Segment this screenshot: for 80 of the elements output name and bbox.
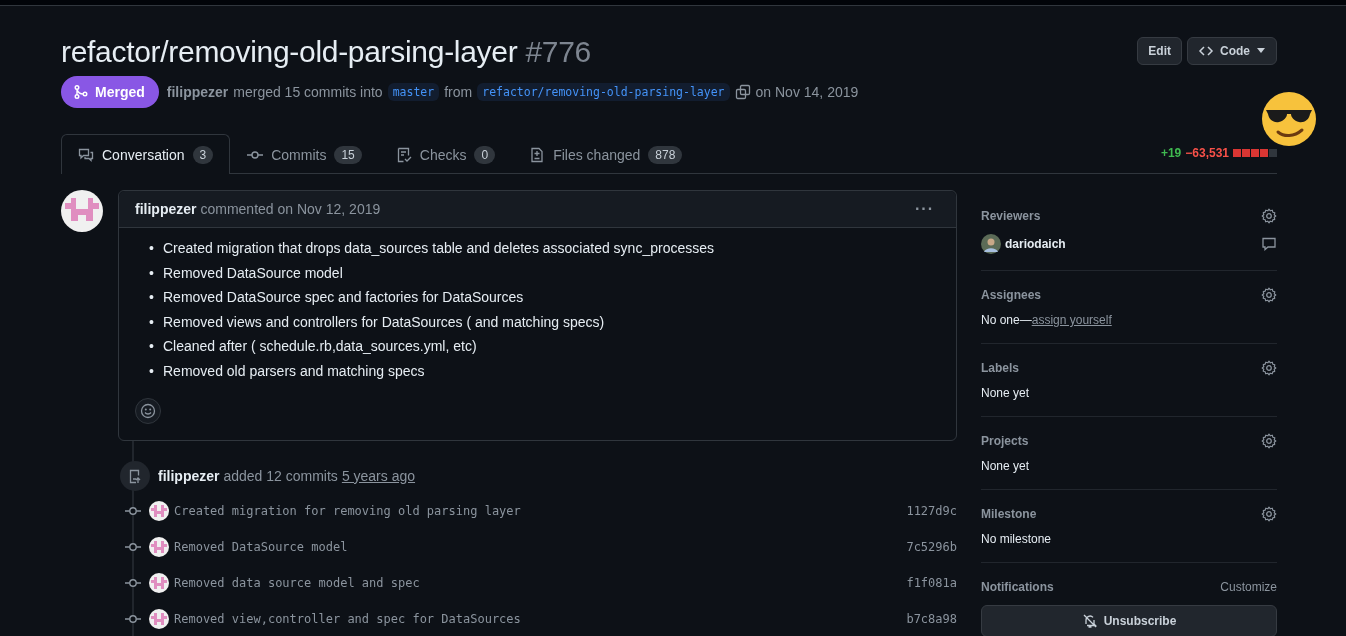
sidebar-heading: Assignees	[981, 288, 1042, 302]
edit-button[interactable]: Edit	[1137, 37, 1182, 65]
identicon-avatar	[149, 536, 169, 557]
from-text: from	[444, 84, 473, 100]
settings-icon[interactable]	[1261, 287, 1277, 303]
sidebar-heading: Notifications	[981, 580, 1054, 594]
sunglasses-emoji-icon	[1260, 90, 1318, 148]
event-author[interactable]: filippezer	[158, 467, 220, 484]
settings-icon[interactable]	[1261, 208, 1277, 224]
comment-list-item: Removed views and controllers for DataSources ( and matching specs)	[163, 312, 605, 332]
customize-link[interactable]: Customize	[1220, 580, 1277, 594]
bullet: •	[149, 312, 155, 332]
bullet: •	[149, 361, 155, 381]
commit-message[interactable]: Removed data source model and spec	[174, 575, 420, 590]
add-reaction-button[interactable]	[135, 397, 161, 424]
reviewer-name[interactable]: dariodaich	[1005, 237, 1066, 251]
event-time-link[interactable]: 5 years ago	[341, 467, 416, 484]
file-diff-icon	[529, 146, 546, 163]
head-branch[interactable]: refactor/removing-old-parsing-layer	[477, 83, 730, 101]
commit-message[interactable]: Removed view,controller and spec for DataSources	[174, 611, 521, 626]
tab[interactable]: Files changed 878	[512, 134, 700, 174]
comment-list-item: Created migration that drops data_sources table and deletes associated sync_processes	[163, 239, 714, 258]
merged-badge: Merged	[61, 76, 159, 108]
settings-icon[interactable]	[1261, 506, 1277, 522]
sidebar-heading: Milestone	[981, 507, 1037, 521]
identicon-avatar	[149, 572, 169, 593]
commit-sha[interactable]: f1f081a	[906, 575, 957, 590]
caret-icon	[1256, 48, 1266, 54]
commit-sha[interactable]: b7c8a98	[906, 611, 957, 626]
bullet: •	[149, 263, 155, 283]
sidebar-value: None yet	[981, 386, 1030, 400]
additions-count: +19	[1160, 146, 1182, 160]
bullet: •	[149, 337, 155, 357]
pr-title: refactor/removing-old-parsing-layer	[61, 35, 518, 68]
sidebar-heading: Labels	[981, 361, 1019, 375]
commit-sha[interactable]: 7c5296b	[906, 539, 957, 554]
bullet: •	[149, 239, 155, 258]
checklist-icon	[395, 146, 412, 163]
code-button[interactable]: Code	[1187, 37, 1277, 65]
assign-yourself-link[interactable]: assign yourself	[1031, 313, 1112, 327]
event-text: added 12 commits	[223, 467, 338, 484]
sidebar-heading: Projects	[981, 434, 1029, 448]
comment-date: commented on Nov 12, 2019	[200, 201, 381, 217]
comment-author[interactable]: filippezer	[135, 201, 197, 217]
sidebar-value: No milestone	[981, 532, 1052, 546]
smiley-icon	[140, 402, 156, 419]
merge-icon	[73, 84, 89, 100]
user-avatar	[981, 234, 1001, 254]
bullet: •	[149, 288, 155, 308]
identicon-avatar	[149, 500, 169, 521]
tab[interactable]: Checks 0	[378, 134, 513, 174]
comment-list-item: Removed DataSource model	[163, 263, 343, 283]
merge-author[interactable]: filippezer	[166, 84, 229, 100]
more-options-button[interactable]: ···	[909, 199, 940, 219]
identicon-avatar	[61, 190, 103, 232]
copy-icon[interactable]	[734, 84, 751, 100]
unsubscribe-button[interactable]: Unsubscribe	[981, 605, 1277, 636]
tab[interactable]: Conversation 3	[61, 134, 231, 174]
identicon-avatar	[149, 608, 169, 629]
settings-icon[interactable]	[1261, 433, 1277, 449]
deletions-count: −63,531	[1185, 146, 1229, 160]
merge-text: merged 15 commits into	[233, 84, 383, 100]
tab[interactable]: Commits 15	[230, 134, 379, 174]
comment-list-item: Removed old parsers and matching specs	[163, 361, 425, 381]
speech-bubble-icon	[1261, 236, 1277, 252]
diffstat-bar-drawing	[1233, 149, 1277, 157]
commit-message[interactable]: Removed DataSource model	[174, 539, 348, 554]
merge-date: on Nov 14, 2019	[755, 84, 859, 100]
assignee-text: No one—	[981, 313, 1032, 327]
commit-message[interactable]: Created migration for removing old parsing layer	[174, 503, 521, 518]
comment-list-item: Cleaned after ( schedule.rb,data_sources.yml, etc)	[163, 337, 477, 357]
commit-sha[interactable]: 1127d9c	[906, 503, 957, 518]
comment-list-item: Removed DataSource spec and factories for DataSources	[163, 288, 524, 308]
base-branch[interactable]: master	[387, 83, 440, 101]
sidebar-value: None yet	[981, 459, 1030, 473]
bell-off-icon	[1081, 613, 1098, 629]
pr-number: #776	[525, 35, 591, 68]
sidebar-heading: Reviewers	[981, 209, 1041, 223]
settings-icon[interactable]	[1261, 360, 1277, 376]
speech-bubbles-icon	[78, 146, 94, 163]
